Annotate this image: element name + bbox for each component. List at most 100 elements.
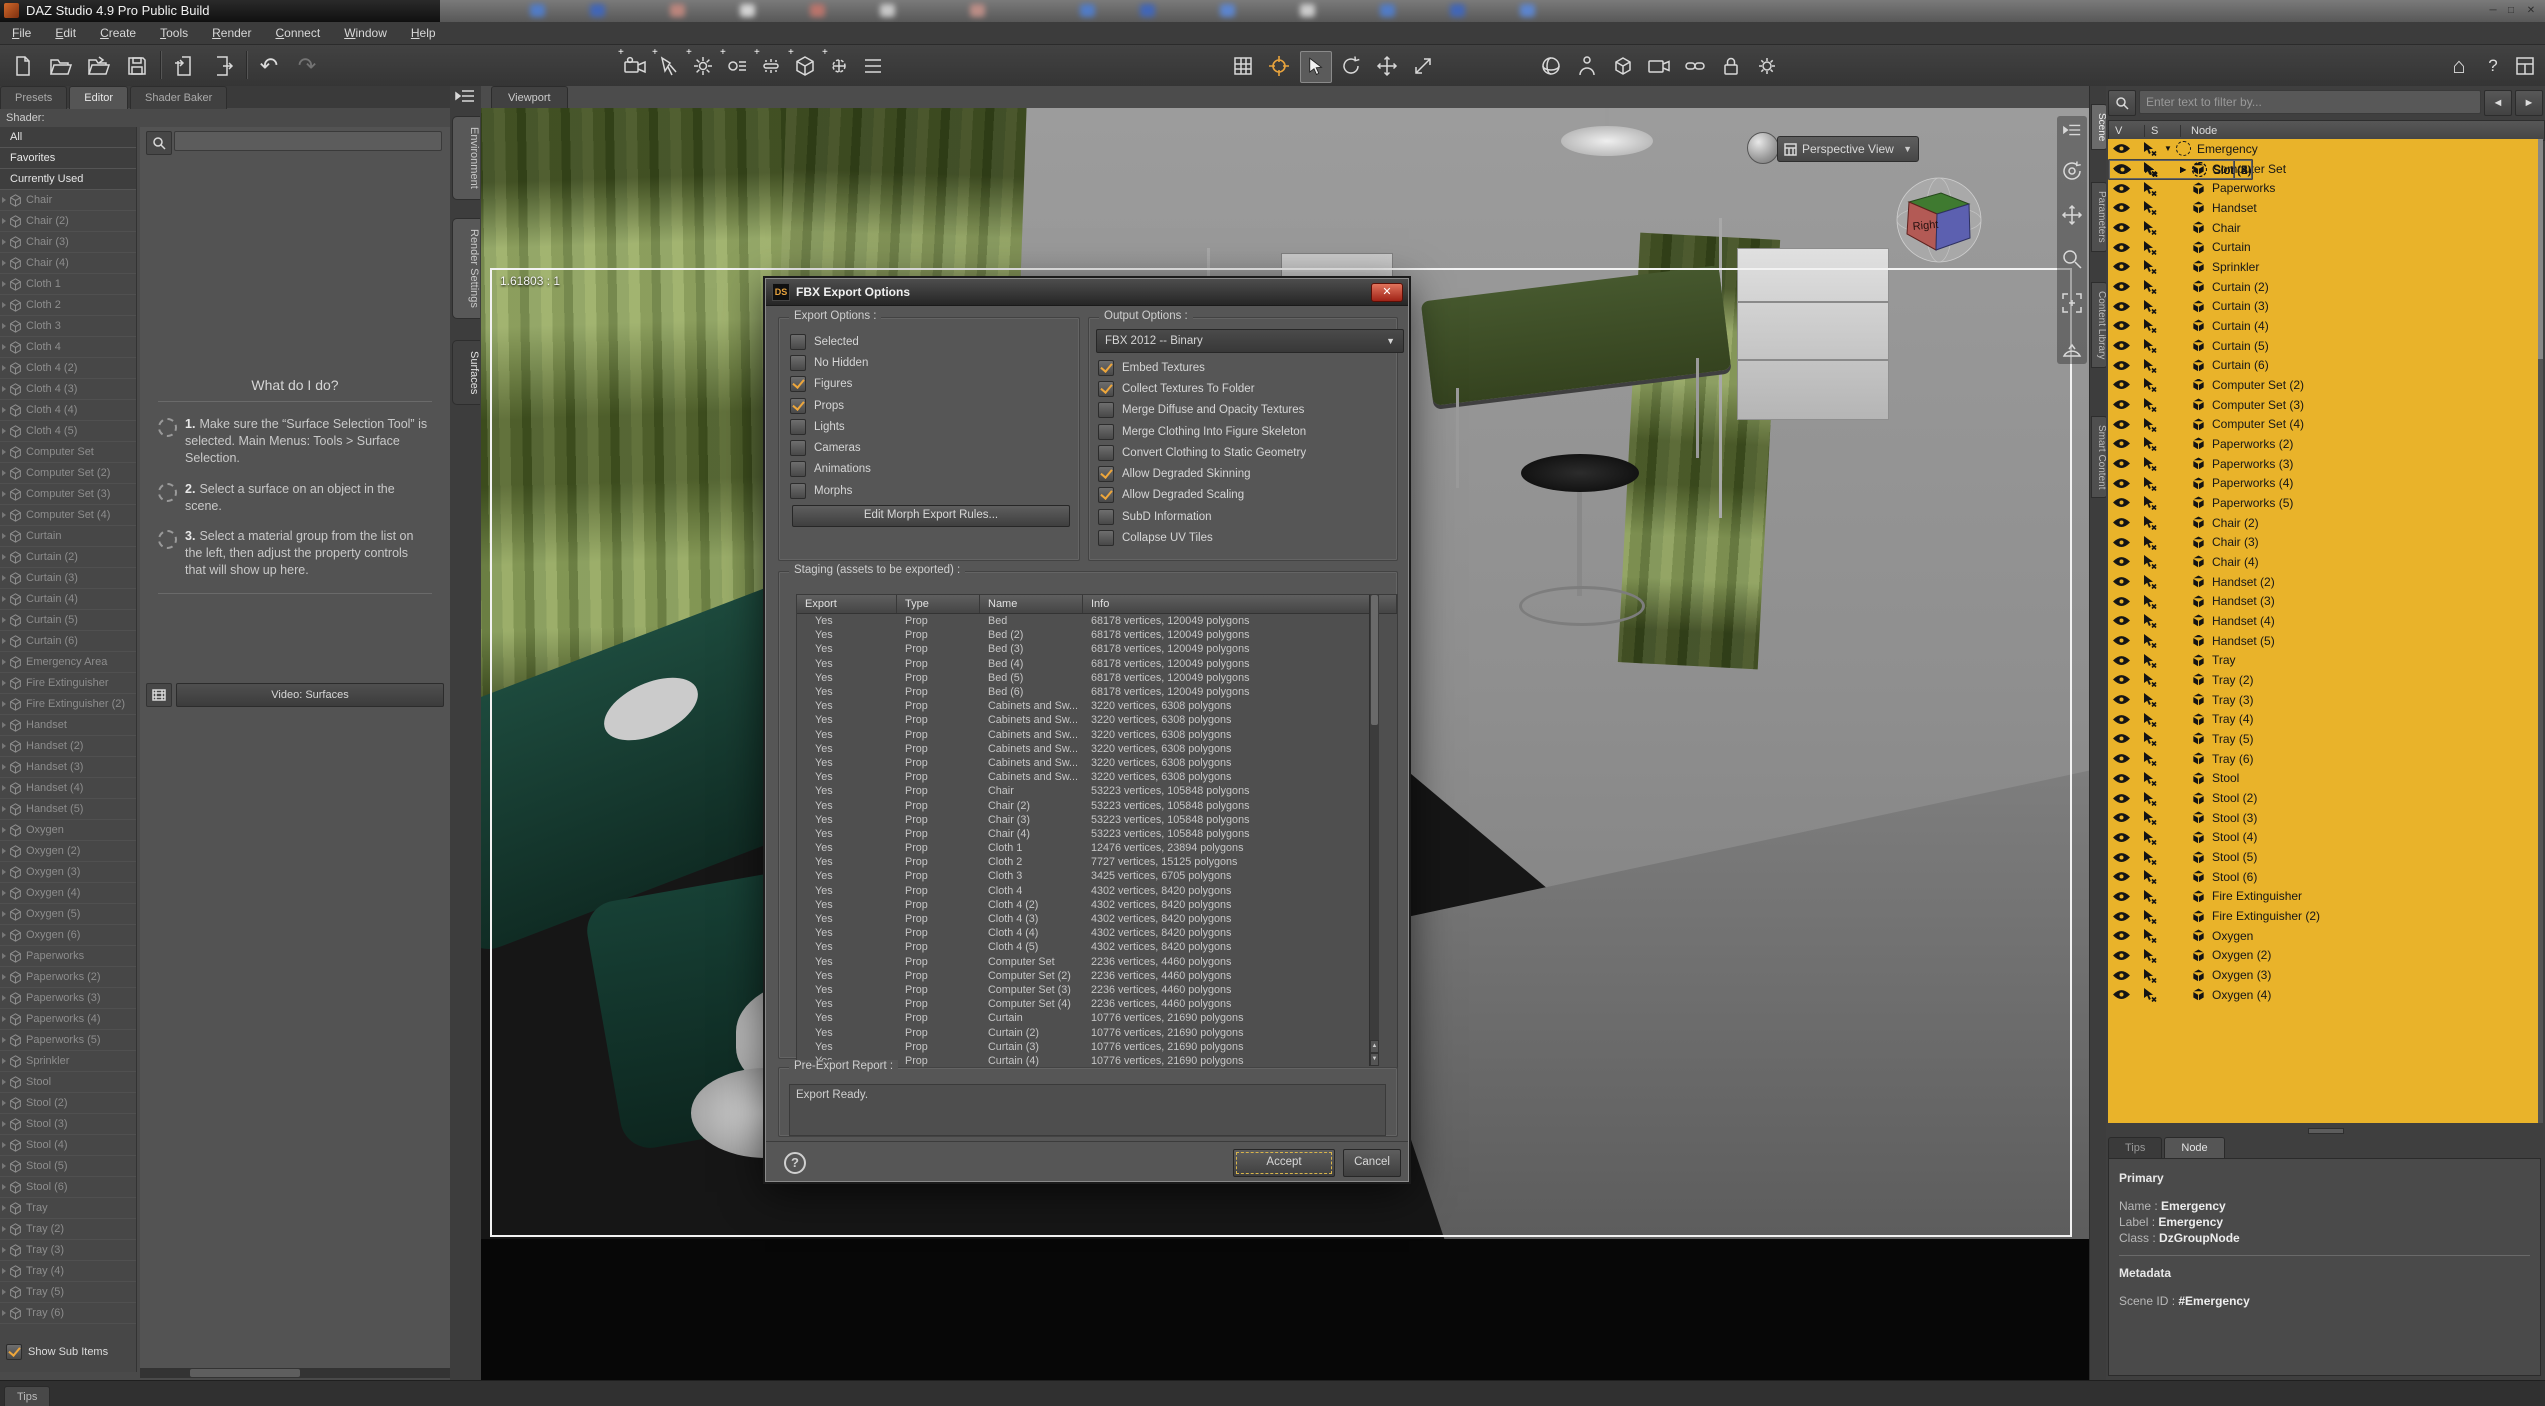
tab-node[interactable]: Node — [2164, 1137, 2224, 1159]
staging-row[interactable]: Yes Prop Bed (5) 68178 vertices, 120049 … — [797, 671, 1397, 685]
visibility-eye-icon[interactable] — [2108, 753, 2134, 764]
camera-view-icon[interactable] — [1644, 51, 1674, 81]
create-distant-light-icon[interactable]: + — [722, 51, 752, 81]
expand-arrow-icon[interactable] — [2, 1247, 6, 1253]
visibility-eye-icon[interactable] — [2108, 143, 2134, 154]
scale-tool-icon[interactable] — [1408, 51, 1438, 81]
visibility-eye-icon[interactable] — [2108, 832, 2134, 843]
tab-shader-baker[interactable]: Shader Baker — [130, 86, 227, 109]
material-group-item[interactable]: Oxygen (2) — [0, 841, 136, 862]
expand-arrow-icon[interactable] — [2, 554, 6, 560]
visibility-eye-icon[interactable] — [2108, 399, 2134, 410]
material-group-item[interactable]: Cloth 4 — [0, 337, 136, 358]
filter-search-button[interactable] — [2108, 90, 2136, 116]
scene-node-row[interactable]: Stool (6) — [2108, 867, 2538, 887]
scene-node-row[interactable]: Handset — [2108, 198, 2538, 218]
visibility-eye-icon[interactable] — [2108, 301, 2134, 312]
material-group-item[interactable]: Computer Set (3) — [0, 484, 136, 505]
selectability-cursor-icon[interactable] — [2134, 377, 2164, 392]
scene-node-row[interactable]: Paperworks (2) — [2108, 434, 2538, 454]
expand-arrow-icon[interactable] — [2, 743, 6, 749]
rotate-tool-icon[interactable] — [1336, 51, 1366, 81]
create-linear-light-icon[interactable]: + — [756, 51, 786, 81]
layout-icon[interactable] — [2510, 51, 2540, 81]
pane-splitter[interactable] — [2108, 1126, 2543, 1134]
selectability-cursor-icon[interactable] — [2134, 141, 2164, 156]
menu-item[interactable]: Connect — [263, 22, 332, 44]
maximize-button[interactable]: □ — [2503, 4, 2519, 18]
checkbox[interactable] — [1098, 402, 1114, 418]
checkbox[interactable] — [1098, 509, 1114, 525]
expand-arrow-icon[interactable] — [2, 491, 6, 497]
undo-icon[interactable]: ↶ — [254, 51, 284, 81]
visibility-eye-icon[interactable] — [2108, 379, 2134, 390]
expand-arrow-icon[interactable] — [2, 1037, 6, 1043]
menu-item[interactable]: Edit — [43, 22, 88, 44]
expand-arrow-icon[interactable] — [2, 260, 6, 266]
expand-arrow-icon[interactable] — [2, 386, 6, 392]
scroll-up-button[interactable]: ▲ — [1370, 1040, 1379, 1053]
material-group-item[interactable]: Paperworks — [0, 946, 136, 967]
expand-arrow-icon[interactable] — [2, 890, 6, 896]
expand-arrow-icon[interactable] — [2, 995, 6, 1001]
scrollbar-thumb[interactable] — [1371, 595, 1378, 725]
dialog-close-button[interactable]: ✕ — [1371, 283, 1403, 302]
expand-arrow-icon[interactable] — [2, 1100, 6, 1106]
staging-row[interactable]: Yes Prop Cabinets and Sw... 3220 vertice… — [797, 699, 1397, 713]
expand-arrow-icon[interactable] — [2, 659, 6, 665]
menu-item[interactable]: File — [0, 22, 43, 44]
visibility-eye-icon[interactable] — [2108, 261, 2134, 272]
material-group-item[interactable]: Tray — [0, 1198, 136, 1219]
material-group-item[interactable]: Computer Set — [0, 442, 136, 463]
expand-arrow-icon[interactable] — [2, 617, 6, 623]
material-group-item[interactable]: Stool — [0, 1072, 136, 1093]
staging-row[interactable]: Yes Prop Bed (2) 68178 vertices, 120049 … — [797, 628, 1397, 642]
scene-node-row[interactable]: Paperworks — [2108, 178, 2538, 198]
grid-snap-icon[interactable] — [1228, 51, 1258, 81]
expand-arrow-icon[interactable] — [2, 764, 6, 770]
staging-row[interactable]: Yes Prop Cloth 3 3425 vertices, 6705 pol… — [797, 869, 1397, 883]
checkbox[interactable] — [1098, 466, 1114, 482]
staging-row[interactable]: Yes Prop Cloth 1 12476 vertices, 23894 p… — [797, 841, 1397, 855]
create-camera-icon[interactable]: + — [620, 51, 650, 81]
search-button[interactable] — [146, 131, 172, 155]
material-group-item[interactable]: Fire Extinguisher — [0, 673, 136, 694]
expand-arrow-icon[interactable] — [2, 680, 6, 686]
selectability-cursor-icon[interactable] — [2134, 318, 2164, 333]
expand-arrow-icon[interactable] — [2, 302, 6, 308]
create-point-light-icon[interactable]: + — [688, 51, 718, 81]
material-group-item[interactable]: Paperworks (3) — [0, 988, 136, 1009]
selectability-cursor-icon[interactable] — [2135, 162, 2165, 177]
column-selectability[interactable]: S — [2145, 125, 2181, 137]
staging-row[interactable]: Yes Prop Chair 53223 vertices, 105848 po… — [797, 784, 1397, 798]
filter-back-button[interactable]: ◄ — [2484, 90, 2512, 116]
scene-node-row[interactable]: Fire Extinguisher (2) — [2108, 906, 2538, 926]
selectability-cursor-icon[interactable] — [2134, 672, 2164, 687]
scene-filter-input[interactable] — [2139, 90, 2481, 114]
visibility-eye-icon[interactable] — [2108, 320, 2134, 331]
visibility-eye-icon[interactable] — [2108, 517, 2134, 528]
material-group-item[interactable]: Oxygen (6) — [0, 925, 136, 946]
visibility-eye-icon[interactable] — [2108, 694, 2134, 705]
staging-row[interactable]: Yes Prop Computer Set (3) 2236 vertices,… — [797, 983, 1397, 997]
staging-row[interactable]: Yes Prop Cabinets and Sw... 3220 vertice… — [797, 770, 1397, 784]
material-group-item[interactable]: Cloth 4 (2) — [0, 358, 136, 379]
material-group-item[interactable]: Handset (4) — [0, 778, 136, 799]
expand-arrow-icon[interactable] — [2, 281, 6, 287]
selectability-cursor-icon[interactable] — [2134, 771, 2164, 786]
selectability-cursor-icon[interactable] — [2134, 613, 2164, 628]
material-group-item[interactable]: Emergency Area — [0, 652, 136, 673]
expand-arrow-icon[interactable] — [2, 722, 6, 728]
visibility-eye-icon[interactable] — [2108, 497, 2134, 508]
scene-node-row[interactable]: Tray (4) — [2108, 709, 2538, 729]
expand-arrow-icon[interactable] — [2, 596, 6, 602]
checkbox[interactable] — [790, 483, 806, 499]
scene-node-row[interactable]: Tray (3) — [2108, 690, 2538, 710]
lock-icon[interactable] — [1716, 51, 1746, 81]
visibility-eye-icon[interactable] — [2108, 576, 2134, 587]
staging-row[interactable]: Yes Prop Cloth 4 4302 vertices, 8420 pol… — [797, 884, 1397, 898]
selectability-cursor-icon[interactable] — [2134, 791, 2164, 806]
create-primitive-icon[interactable]: + — [790, 51, 820, 81]
menu-item[interactable]: Window — [332, 22, 399, 44]
staging-row[interactable]: Yes Prop Chair (3) 53223 vertices, 10584… — [797, 813, 1397, 827]
